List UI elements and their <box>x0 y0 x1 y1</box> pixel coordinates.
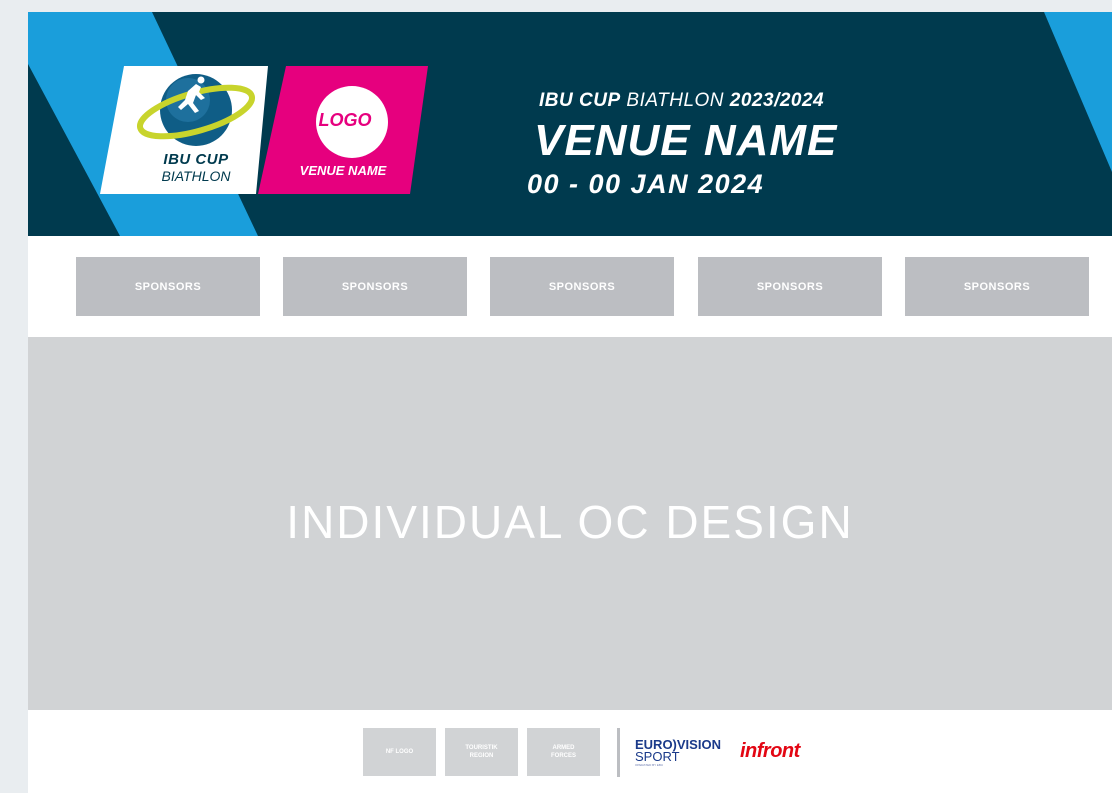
oc-design-label: INDIVIDUAL OC DESIGN <box>286 495 854 548</box>
event-brand: IBU CUP <box>539 90 621 111</box>
armed-forces-label-line1: ARMED <box>552 745 575 751</box>
poster-sheet: IBU CUP BIATHLON LOGO VENUE NAME IBU CUP… <box>28 12 1112 793</box>
nf-logo-label: NF LOGO <box>385 749 414 755</box>
sponsor-box: SPONSORS <box>905 257 1089 316</box>
sponsor-box: SPONSORS <box>490 257 674 316</box>
oc-logo-placeholder: LOGO <box>318 110 372 130</box>
armed-forces-label-line2: FORCES <box>550 753 576 759</box>
sponsors-row: SPONSORS SPONSORS SPONSORS SPONSORS SPON… <box>76 257 1096 316</box>
oc-design-area: INDIVIDUAL OC DESIGN <box>28 337 1112 710</box>
sponsor-box: SPONSORS <box>283 257 467 316</box>
event-title: IBU CUP BIATHLON 2023/2024 <box>539 90 824 112</box>
eurovision-sport-logo: EURO)VISION SPORT OPERATED BY EBU <box>635 738 721 767</box>
armed-forces-box: ARMED FORCES <box>527 728 600 776</box>
touristik-label-line1: TOURISTIK <box>465 745 498 751</box>
touristik-label-line2: REGION <box>469 753 494 759</box>
event-season: 2023/2024 <box>729 90 825 111</box>
sponsor-box: SPONSORS <box>76 257 260 316</box>
header-banner: IBU CUP BIATHLON LOGO VENUE NAME IBU CUP… <box>28 12 1112 236</box>
ibu-logo-line2: BIATHLON <box>161 168 231 184</box>
sponsor-box: SPONSORS <box>698 257 882 316</box>
ibu-cup-logo: IBU CUP BIATHLON <box>146 151 246 185</box>
eurovision-line2: SPORT <box>635 749 680 764</box>
event-sport: BIATHLON <box>626 90 725 111</box>
touristik-region-box: TOURISTIK REGION <box>445 728 518 776</box>
footer: NF LOGO TOURISTIK REGION ARMED FORCES EU… <box>28 710 1112 793</box>
footer-divider <box>617 728 620 777</box>
venue-name: VENUE NAME <box>534 116 838 165</box>
oc-logo-venue-label: VENUE NAME <box>299 163 387 178</box>
nf-logo-box: NF LOGO <box>363 728 436 776</box>
ibu-logo-line1: IBU CUP <box>163 151 229 168</box>
infront-logo: infront <box>740 740 800 762</box>
event-date: 00 - 00 JAN 2024 <box>527 169 765 199</box>
